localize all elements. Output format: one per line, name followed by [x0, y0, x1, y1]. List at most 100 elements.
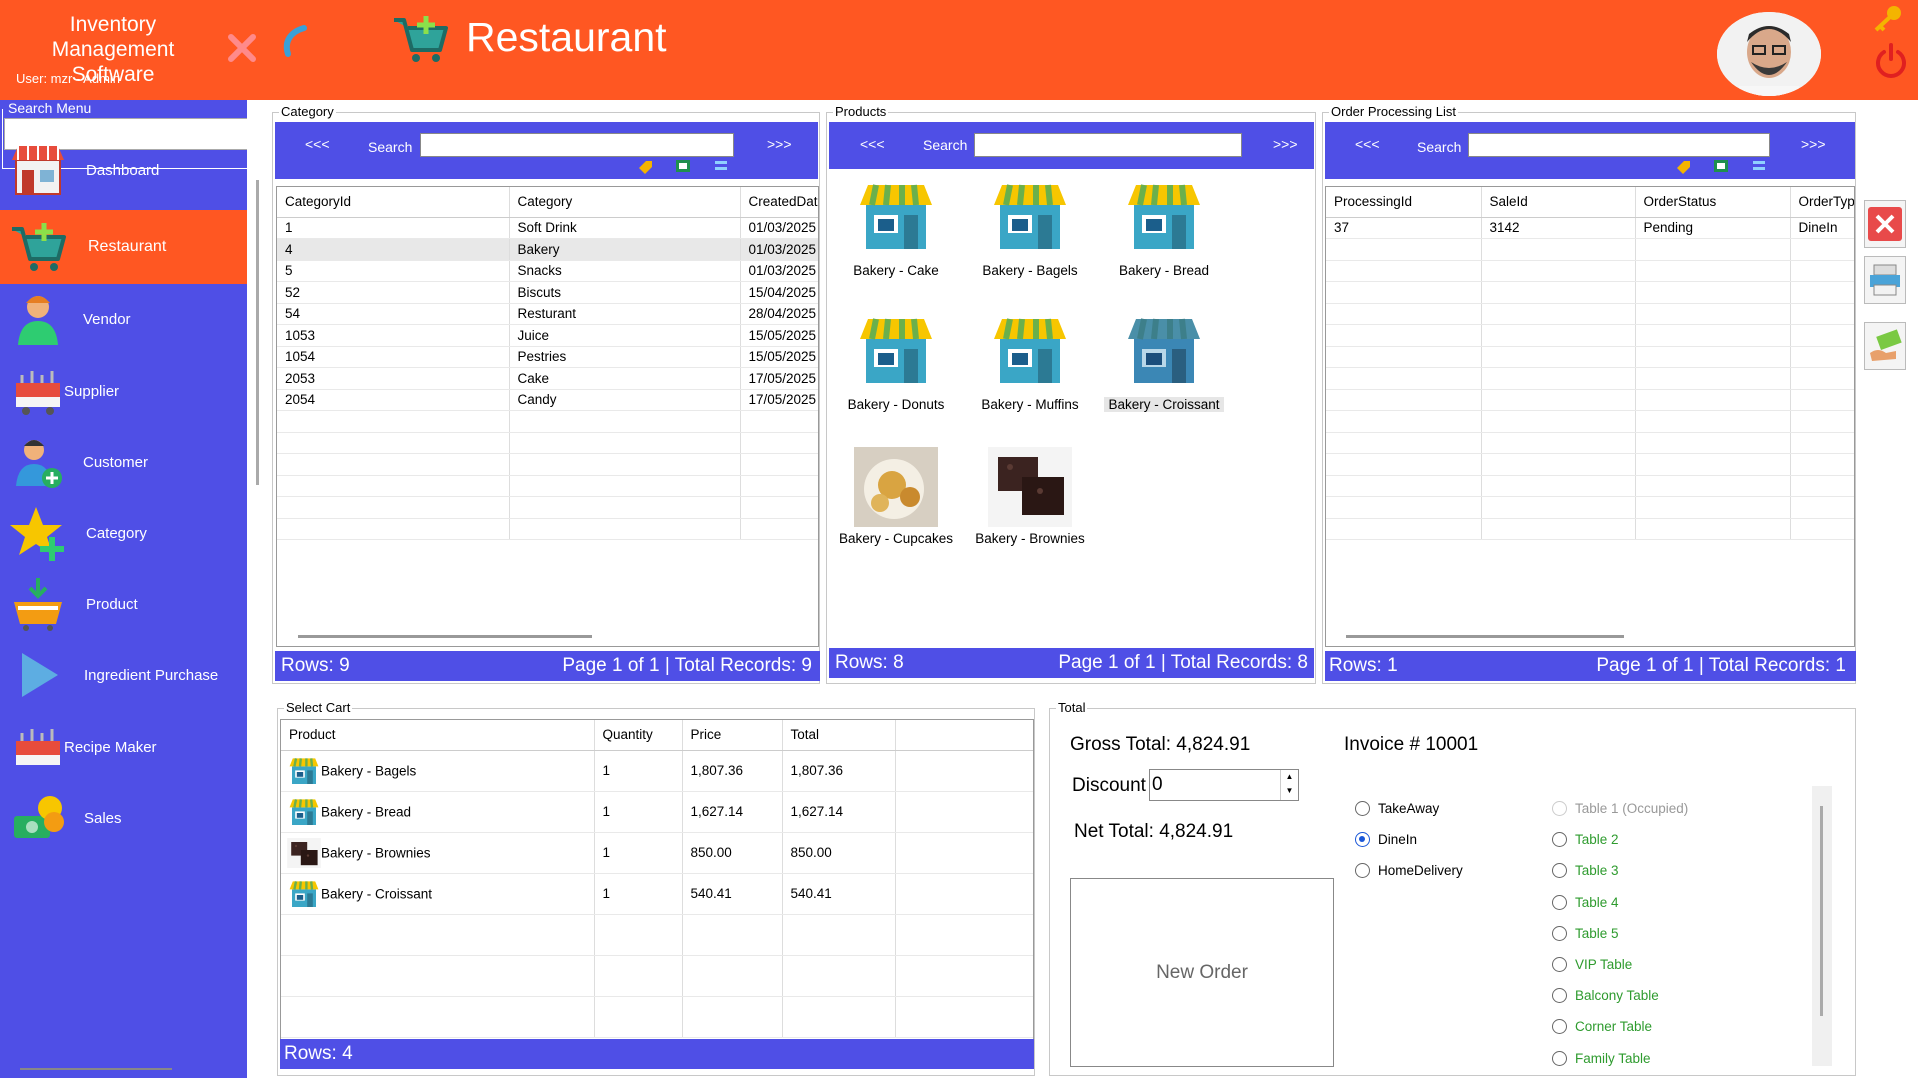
sidebar-item-ingredient-purchase[interactable]: Ingredient Purchase: [0, 638, 247, 712]
table-row[interactable]: [1326, 367, 1854, 390]
table-row[interactable]: 1053 Juice 15/05/2025: [277, 324, 818, 347]
table-option-table-5[interactable]: Table 5: [1552, 925, 1619, 941]
table-row[interactable]: [1326, 518, 1854, 540]
product-tile[interactable]: Bakery - Cake: [831, 179, 961, 278]
column-header[interactable]: Total: [782, 720, 896, 751]
sidebar-item-sales[interactable]: Sales: [0, 781, 247, 855]
category-search-input[interactable]: [420, 133, 734, 157]
category-prev-button[interactable]: <<<: [305, 136, 330, 152]
product-tile[interactable]: Bakery - Muffins: [965, 313, 1095, 412]
table-row[interactable]: [277, 453, 818, 476]
table-row[interactable]: [1326, 346, 1854, 368]
radio-circle[interactable]: [1355, 832, 1370, 847]
list-view-icon[interactable]: [1751, 159, 1767, 173]
table-row[interactable]: [1326, 281, 1854, 304]
table-row[interactable]: Bakery - Bagels 1 1,807.36 1,807.36: [281, 750, 1033, 792]
table-row[interactable]: 4 Bakery 01/03/2025: [277, 238, 818, 261]
orders-grid[interactable]: ProcessingIdSaleIdOrderStatusOrderType37…: [1325, 186, 1855, 647]
table-row[interactable]: 52 Biscuts 15/04/2025: [277, 281, 818, 304]
radio-circle[interactable]: [1552, 925, 1567, 941]
orders-hscrollbar[interactable]: [1346, 635, 1624, 638]
sidebar-item-recipe-maker[interactable]: Recipe Maker: [0, 710, 247, 784]
table-option-table-1-occupied-[interactable]: Table 1 (Occupied): [1552, 801, 1688, 816]
table-row[interactable]: [1326, 260, 1854, 282]
sidebar-item-category[interactable]: Category: [0, 496, 247, 570]
table-option-balcony-table[interactable]: Balcony Table: [1552, 988, 1659, 1004]
column-header[interactable]: Price: [682, 720, 783, 751]
product-tile[interactable]: Bakery - Donuts: [831, 313, 961, 412]
table-row[interactable]: 2054 Candy 17/05/2025: [277, 389, 818, 411]
product-tile[interactable]: Bakery - Bread: [1099, 179, 1229, 278]
excel-export-icon[interactable]: [1713, 159, 1729, 173]
payment-button[interactable]: [1864, 322, 1906, 370]
radio-circle[interactable]: [1552, 1019, 1567, 1035]
table-row[interactable]: 54 Resturant 28/04/2025: [277, 303, 818, 325]
delete-order-button[interactable]: [1864, 200, 1906, 248]
table-row[interactable]: [1326, 453, 1854, 476]
order-type-dinein[interactable]: DineIn: [1355, 832, 1417, 847]
cart-grid[interactable]: Product Quantity Price Total Bakery - Bagels…: [280, 719, 1034, 1041]
table-row[interactable]: [281, 955, 1033, 997]
sidebar-item-restaurant[interactable]: Restaurant: [0, 210, 247, 284]
table-row[interactable]: [1326, 410, 1854, 433]
table-row[interactable]: 2053 Cake 17/05/2025: [277, 367, 818, 390]
close-x-icon[interactable]: [226, 32, 258, 64]
products-search-input[interactable]: [974, 133, 1242, 157]
radio-circle[interactable]: [1552, 832, 1567, 848]
sidebar-item-product[interactable]: Product: [0, 567, 247, 641]
table-row[interactable]: [1326, 303, 1854, 325]
table-option-family-table[interactable]: Family Table: [1552, 1050, 1651, 1066]
products-next-button[interactable]: >>>: [1273, 136, 1298, 152]
table-row[interactable]: [1326, 432, 1854, 454]
column-header[interactable]: CreatedDate: [740, 187, 818, 218]
table-row[interactable]: 37 3142 Pending DineIn: [1326, 217, 1854, 239]
table-row[interactable]: Bakery - Croissant 1 540.41 540.41: [281, 873, 1033, 915]
orders-prev-button[interactable]: <<<: [1355, 136, 1380, 152]
excel-export-icon[interactable]: [675, 159, 691, 173]
discount-input[interactable]: [1150, 770, 1278, 800]
category-grid[interactable]: CategoryId Category CreatedDate 1 Soft Drink…: [276, 186, 819, 647]
discount-stepper[interactable]: ▲▼: [1149, 769, 1299, 801]
table-row[interactable]: [1326, 389, 1854, 411]
power-icon[interactable]: [1874, 42, 1908, 78]
back-arrow-icon[interactable]: [280, 24, 308, 60]
column-header[interactable]: SaleId: [1481, 187, 1636, 218]
sidebar-item-vendor[interactable]: Vendor: [0, 282, 247, 356]
radio-circle[interactable]: [1552, 957, 1567, 972]
table-row[interactable]: 1054 Pestries 15/05/2025: [277, 346, 818, 368]
radio-circle[interactable]: [1552, 863, 1567, 879]
radio-circle[interactable]: [1552, 1050, 1567, 1066]
table-option-vip-table[interactable]: VIP Table: [1552, 957, 1632, 972]
sidebar-scrollbar[interactable]: [256, 180, 259, 485]
radio-circle[interactable]: [1552, 801, 1567, 816]
table-row[interactable]: [1326, 238, 1854, 261]
order-type-takeaway[interactable]: TakeAway: [1355, 801, 1439, 816]
tables-scroll-thumb[interactable]: [1820, 806, 1823, 1016]
column-header[interactable]: ProcessingId: [1326, 187, 1482, 218]
orders-next-button[interactable]: >>>: [1801, 136, 1826, 152]
column-header[interactable]: Quantity: [594, 720, 683, 751]
table-row[interactable]: [277, 432, 818, 454]
order-type-homedelivery[interactable]: HomeDelivery: [1355, 863, 1463, 878]
category-next-button[interactable]: >>>: [767, 136, 792, 152]
table-option-table-4[interactable]: Table 4: [1552, 894, 1619, 910]
column-header[interactable]: Product: [281, 720, 595, 751]
column-header[interactable]: OrderType: [1790, 187, 1854, 218]
table-option-table-3[interactable]: Table 3: [1552, 863, 1619, 879]
table-row[interactable]: Bakery - Brownies 1 850.00 850.00: [281, 832, 1033, 874]
table-row[interactable]: [277, 475, 818, 497]
sidebar-item-customer[interactable]: Customer: [0, 425, 247, 499]
radio-circle[interactable]: [1552, 988, 1567, 1004]
radio-circle[interactable]: [1355, 801, 1370, 816]
table-row[interactable]: [1326, 324, 1854, 347]
orders-search-input[interactable]: [1468, 133, 1770, 157]
table-row[interactable]: [1326, 496, 1854, 519]
products-prev-button[interactable]: <<<: [860, 136, 885, 152]
table-row[interactable]: [281, 996, 1033, 1038]
tables-scrollbar[interactable]: [1812, 786, 1832, 1066]
table-row[interactable]: [1326, 475, 1854, 497]
table-row[interactable]: Bakery - Bread 1 1,627.14 1,627.14: [281, 791, 1033, 833]
column-header[interactable]: CategoryId: [277, 187, 510, 218]
new-order-button[interactable]: New Order: [1070, 878, 1334, 1067]
radio-circle[interactable]: [1355, 863, 1370, 878]
